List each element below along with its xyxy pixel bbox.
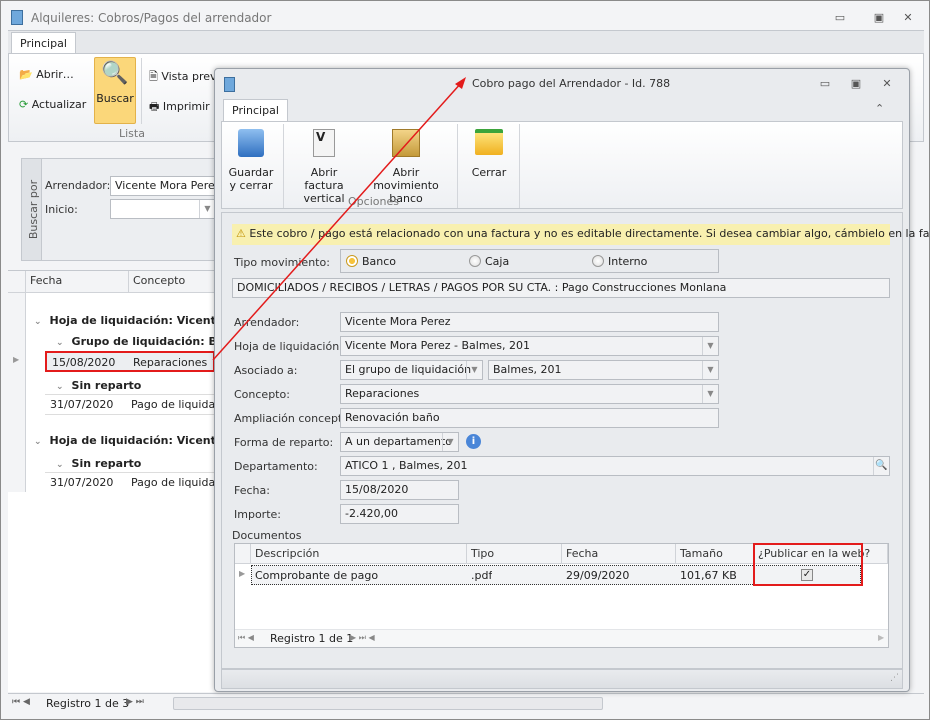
annotation-arrow <box>212 77 466 361</box>
